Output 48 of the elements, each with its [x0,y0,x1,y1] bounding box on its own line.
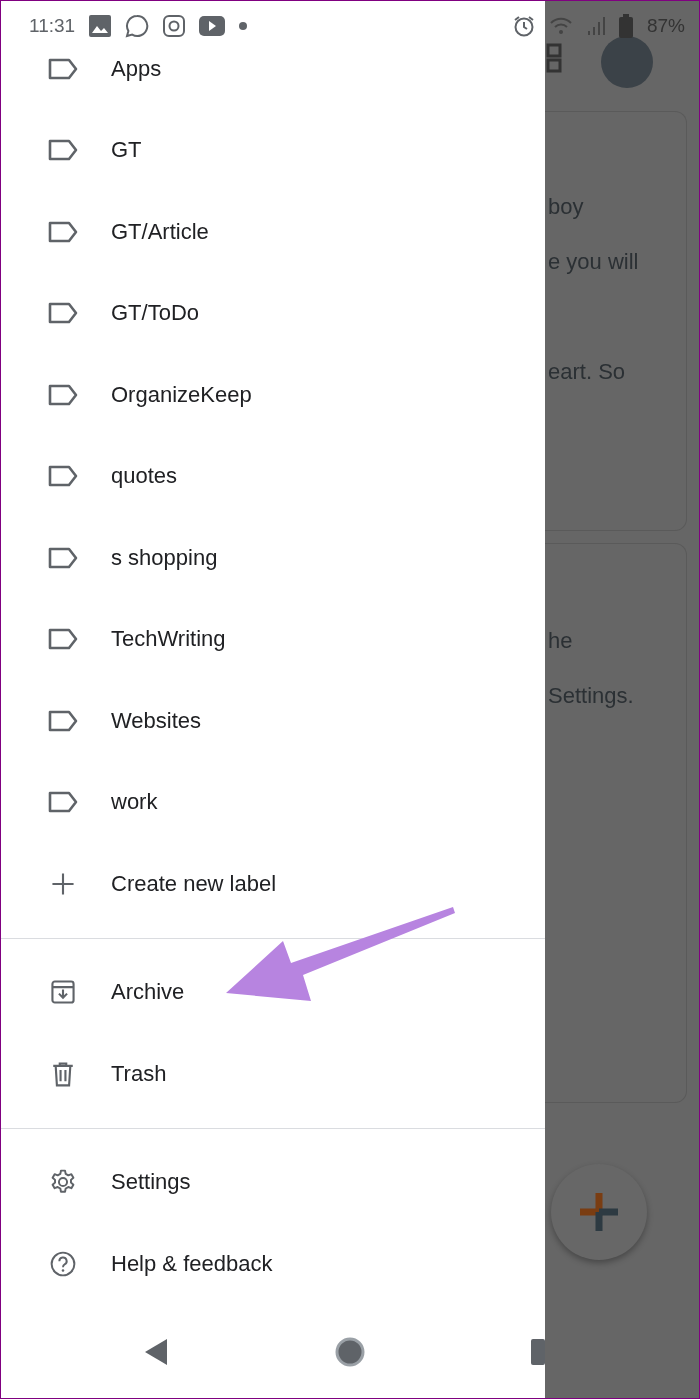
play-icon [199,16,226,36]
item-label: GT/ToDo [111,300,200,327]
drawer-item[interactable]: GT/Article [1,191,545,273]
item-label: Settings [111,1169,191,1196]
item-label: work [111,789,158,816]
item-label: OrganizeKeep [111,381,252,408]
item-label: Apps [111,55,162,82]
signal-icon [586,16,605,36]
item-label: Archive [111,979,185,1006]
note-text: he [547,627,574,655]
item-label: quotes [111,463,178,490]
plus-icon [578,1191,620,1233]
note-text: Settings. [547,682,635,710]
chat-icon [125,14,150,38]
drawer-item[interactable]: work [1,761,545,843]
camera-icon [163,15,186,37]
drawer-item[interactable]: Websites [1,680,545,762]
drawer-item[interactable]: Help & feedback [1,1223,545,1305]
home-icon[interactable] [334,1336,366,1368]
item-label: Websites [111,707,202,734]
alarm-icon [512,15,535,37]
item-label: GT [111,137,142,164]
dot-icon [239,22,248,30]
recents-icon[interactable] [531,1339,545,1365]
drawer-item[interactable]: Archive [1,951,545,1033]
drawer-item[interactable]: quotes [1,435,545,517]
grid-view-icon[interactable] [546,43,562,73]
drawer-item[interactable]: Create new label [1,843,545,925]
image-icon [89,15,112,37]
drawer-item[interactable]: Settings [1,1141,545,1223]
note-text: boy [547,193,585,221]
item-label: Trash [111,1060,167,1087]
drawer-item[interactable]: Trash [1,1033,545,1115]
item-label: Create new label [111,870,277,897]
drawer-item[interactable]: TechWriting [1,598,545,680]
drawer-item[interactable]: s shopping [1,517,545,599]
item-label: GT/Article [111,218,209,245]
item-label: Help & feedback [111,1250,273,1277]
note-text: e you will [547,248,640,276]
item-label: TechWriting [111,626,226,653]
back-icon[interactable] [143,1338,169,1366]
note-text: eart. So [547,358,627,386]
item-label: s shopping [111,544,218,571]
drawer-item[interactable]: GT/ToDo [1,272,545,354]
wifi-icon [548,16,573,36]
drawer-item[interactable]: GT [1,109,545,191]
status-time: 11:31 [29,15,76,37]
drawer-item[interactable]: OrganizeKeep [1,354,545,436]
